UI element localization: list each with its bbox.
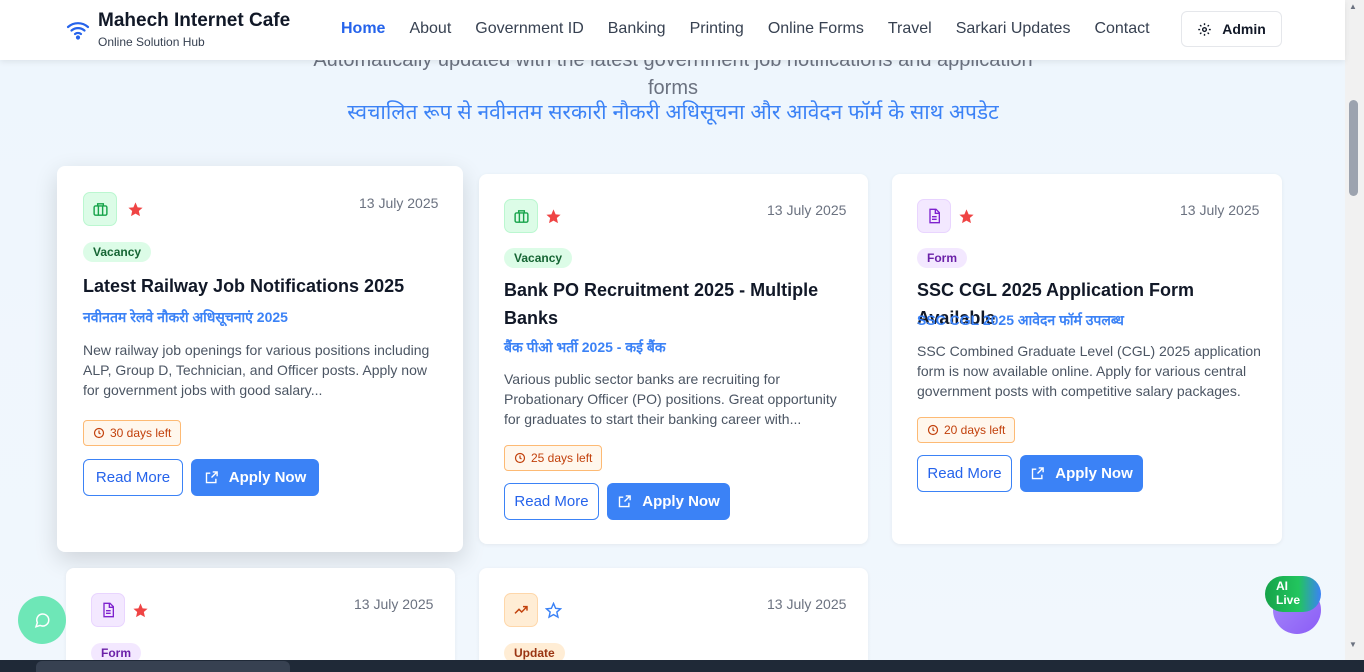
nav-sarkari-updates[interactable]: Sarkari Updates: [956, 19, 1071, 39]
apply-now-label: Apply Now: [642, 493, 720, 510]
apply-now-button[interactable]: Apply Now: [1020, 455, 1143, 492]
category-tag: Form: [917, 248, 967, 268]
live-label: Live: [1276, 593, 1301, 607]
apply-now-label: Apply Now: [228, 469, 307, 486]
card-date: 13 July 2025: [767, 596, 847, 612]
nav-government-id[interactable]: Government ID: [475, 19, 583, 39]
admin-label: Admin: [1222, 21, 1266, 37]
external-link-icon: [205, 471, 218, 484]
clock-icon: [927, 424, 939, 436]
scrollbar-track[interactable]: [1345, 0, 1364, 660]
days-left-text: 25 days left: [531, 451, 593, 465]
card-title-hindi: नवीनतम रेलवे नौकरी अधिसूचनाएं 2025: [83, 309, 288, 325]
card-date: 13 July 2025: [359, 195, 439, 211]
gear-icon: [1198, 22, 1211, 36]
briefcase-icon: [504, 199, 538, 233]
apply-now-button[interactable]: Apply Now: [191, 459, 319, 496]
scrollbar-thumb[interactable]: [1349, 100, 1358, 196]
card-date: 13 July 2025: [354, 596, 434, 612]
brand[interactable]: Mahech Internet Cafe Online Solution Hub: [66, 10, 290, 49]
admin-button[interactable]: Admin: [1181, 11, 1282, 47]
external-link-icon: [1032, 467, 1045, 480]
category-tag: Vacancy: [504, 248, 573, 268]
scroll-up-arrow[interactable]: ▲: [1349, 2, 1357, 11]
wifi-icon: [66, 22, 90, 40]
card-date: 13 July 2025: [1180, 202, 1260, 218]
ai-live-badge[interactable]: AI Live: [1265, 576, 1321, 612]
card-description: SSC Combined Graduate Level (CGL) 2025 a…: [917, 343, 1261, 399]
nav-home[interactable]: Home: [341, 19, 385, 39]
brand-title: Mahech Internet Cafe: [98, 10, 291, 31]
brand-subtitle: Online Solution Hub: [98, 35, 205, 49]
clock-icon: [93, 427, 105, 439]
scroll-down-arrow[interactable]: ▼: [1349, 640, 1357, 649]
read-more-button[interactable]: Read More: [83, 459, 183, 496]
clock-icon: [514, 452, 526, 464]
document-icon: [91, 593, 125, 627]
card-description: Various public sector banks are recruiti…: [504, 371, 837, 427]
star-outline-icon[interactable]: [545, 602, 562, 619]
read-more-button[interactable]: Read More: [504, 483, 599, 520]
update-card[interactable]: 13 July 2025 Vacancy Latest Railway Job …: [57, 166, 463, 552]
apply-now-button[interactable]: Apply Now: [607, 483, 730, 520]
star-filled-icon[interactable]: [545, 208, 562, 225]
card-title-hindi: बैंक पीओ भर्ती 2025 - कई बैंक: [504, 339, 666, 355]
external-link-icon: [619, 495, 632, 508]
nav-travel[interactable]: Travel: [888, 19, 932, 39]
star-filled-icon[interactable]: [132, 602, 149, 619]
nav-banking[interactable]: Banking: [608, 19, 666, 39]
briefcase-icon: [83, 192, 117, 226]
update-card[interactable]: 13 July 2025 Form SSC CGL 2025 Applicati…: [892, 174, 1282, 544]
days-left-badge: 25 days left: [504, 445, 603, 471]
document-icon: [917, 199, 951, 233]
ai-label: AI: [1276, 579, 1288, 593]
taskbar-search[interactable]: [36, 661, 290, 672]
update-card[interactable]: 13 July 2025 Update: [479, 568, 868, 672]
read-more-button[interactable]: Read More: [917, 455, 1012, 492]
main-nav: Home About Government ID Banking Printin…: [341, 19, 1174, 39]
nav-contact[interactable]: Contact: [1094, 19, 1149, 39]
site-header: Mahech Internet Cafe Online Solution Hub…: [0, 0, 1345, 60]
nav-about[interactable]: About: [409, 19, 451, 39]
chat-button[interactable]: [18, 596, 66, 644]
hero-description-hindi: स्वचालित रूप से नवीनतम सरकारी नौकरी अधिस…: [347, 101, 999, 124]
nav-online-forms[interactable]: Online Forms: [768, 19, 864, 39]
days-left-badge: 30 days left: [83, 420, 182, 446]
star-filled-icon[interactable]: [958, 208, 975, 225]
days-left-text: 30 days left: [110, 426, 172, 440]
card-title: Latest Railway Job Notifications 2025: [83, 276, 405, 296]
category-tag: Vacancy: [83, 242, 152, 262]
days-left-text: 20 days left: [944, 423, 1006, 437]
apply-now-label: Apply Now: [1055, 465, 1133, 482]
card-title-hindi: SSC CGL 2025 आवेदन फॉर्म उपलब्ध: [917, 312, 1124, 328]
nav-printing[interactable]: Printing: [690, 19, 744, 39]
days-left-badge: 20 days left: [917, 417, 1016, 443]
update-card[interactable]: 13 July 2025 Form: [66, 568, 455, 672]
card-date: 13 July 2025: [767, 202, 847, 218]
card-description: New railway job openings for various pos…: [83, 342, 430, 398]
chat-icon: [34, 613, 50, 628]
trending-up-icon: [504, 593, 538, 627]
star-filled-icon[interactable]: [127, 201, 144, 218]
card-title: Bank PO Recruitment 2025 - Multiple Bank…: [504, 280, 819, 328]
update-card[interactable]: 13 July 2025 Vacancy Bank PO Recruitment…: [479, 174, 868, 544]
